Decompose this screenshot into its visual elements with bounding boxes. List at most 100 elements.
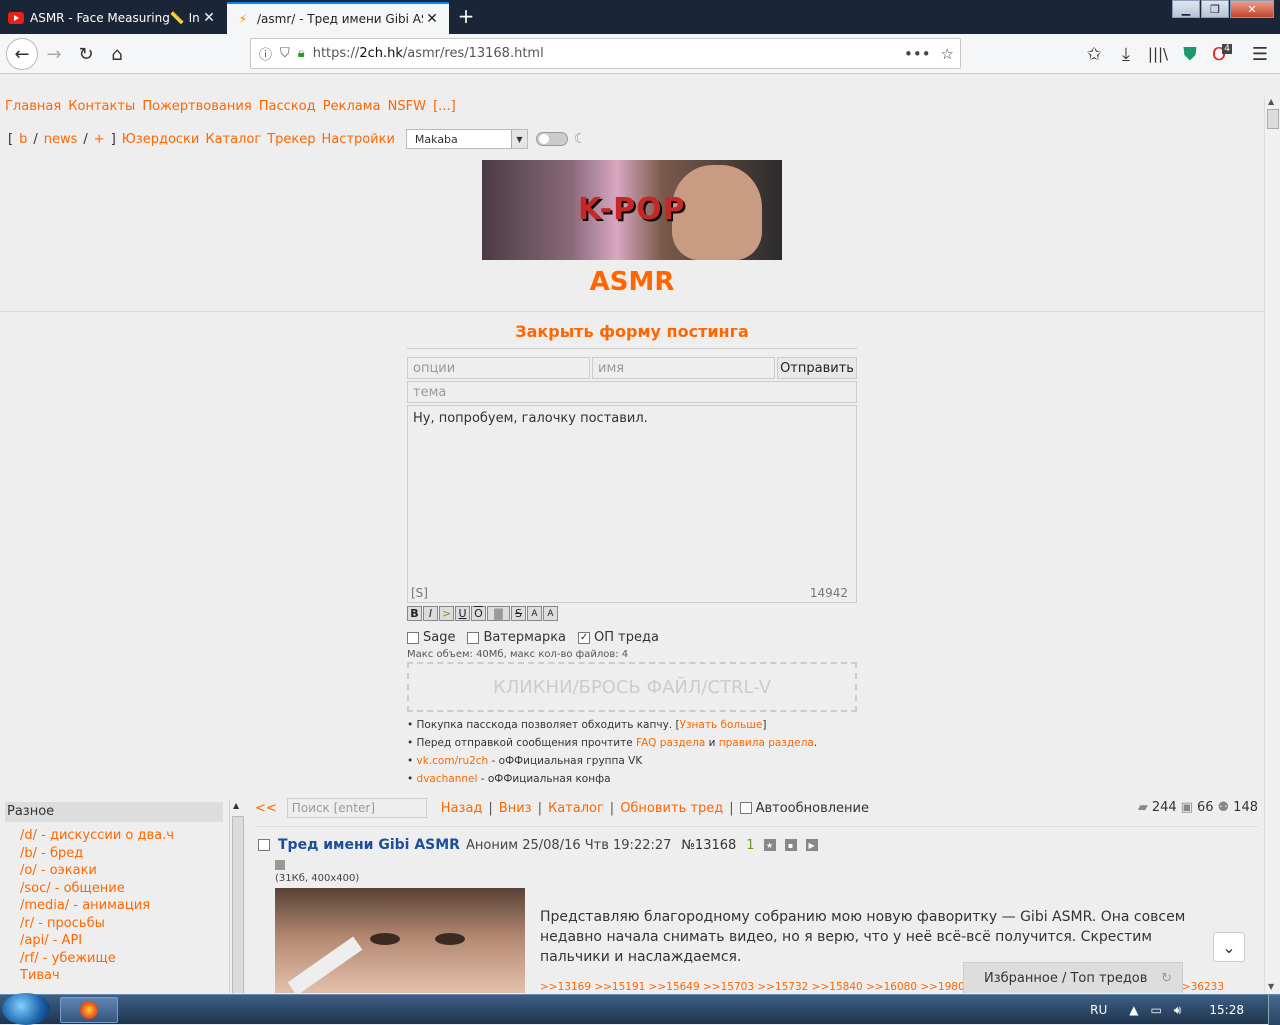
reload-icon[interactable]: ↻ [74,42,98,66]
clock[interactable]: 15:28 [1209,1003,1244,1017]
sidebar-item-media[interactable]: /media/ - анимация [20,898,150,913]
sidebar-item-api[interactable]: /api/ - API [20,933,82,948]
catalog-link[interactable]: Каталог [548,801,604,816]
network-icon[interactable]: ▭ [1151,1003,1162,1017]
page-scrollbar[interactable]: ▲ ▼ [1264,95,1280,993]
vk-link[interactable]: vk.com/ru2ch [417,755,489,767]
userboards-link[interactable]: Юзердоски [122,132,200,147]
style-select[interactable]: Makaba ▼ [405,129,528,149]
sidebar-item-soc[interactable]: /soc/ - общение [20,881,125,896]
watermark-checkbox[interactable]: Ватермарка [467,630,566,645]
start-button[interactable] [2,993,50,1025]
italic-button[interactable]: I [423,606,438,621]
home-icon[interactable]: ⌂ [105,42,129,66]
sidebar-item-r[interactable]: /r/ - просьбы [20,916,105,931]
star-icon[interactable]: ★ [763,839,776,851]
subject-input[interactable]: тема [407,381,857,403]
url-text[interactable]: https://2ch.hk/asmr/res/13168.html [313,46,544,61]
shield-icon[interactable]: ⛉ [280,46,290,61]
hamburger-menu-icon[interactable]: ☰ [1248,42,1272,66]
subscript-button[interactable]: A [543,606,558,621]
nav-link-contacts[interactable]: Контакты [68,99,135,114]
board-banner[interactable]: K-POP [482,160,782,260]
learn-more-link[interactable]: Узнать больше [680,719,763,731]
favorites-panel-toggle[interactable]: Избранное / Топ тредов ↻ [963,962,1183,993]
quote-button[interactable]: > [439,606,454,621]
settings-link[interactable]: Настройки [321,132,394,147]
sidebar-item-d[interactable]: /d/ - дискуссии о два.ч [20,828,174,843]
language-indicator[interactable]: RU [1090,1003,1107,1017]
back-arrows-link[interactable]: << [255,801,277,816]
underline-button[interactable]: U [455,606,470,621]
scroll-down-chevron-icon[interactable]: ⌄ [1213,932,1245,962]
close-icon[interactable]: ✕ [423,11,441,27]
file-dropzone[interactable]: КЛИКНИ/БРОСЬ ФАЙЛ/CTRL-V [407,662,857,712]
theme-toggle[interactable] [535,132,568,146]
bold-button[interactable]: B [407,606,422,621]
message-textarea[interactable]: Ну, попробуем, галочку поставил. [S] 149… [407,405,857,603]
forward-arrow-icon[interactable]: → [42,42,66,66]
board-link-plus[interactable]: + [94,132,105,147]
name-input[interactable]: имя [592,357,775,379]
back-link[interactable]: Назад [441,801,483,816]
overline-button[interactable]: O [471,606,486,621]
search-image-icon[interactable] [275,860,285,870]
op-checkbox[interactable]: ✓ ОП треда [578,630,659,645]
tab-youtube[interactable]: ASMR - Face Measuring📏 Indi ✕ [0,2,226,34]
faq-link[interactable]: FAQ раздела [636,737,705,749]
pocket-icon[interactable]: ✩ [1082,42,1106,66]
close-icon[interactable]: ✕ [200,10,218,26]
back-arrow-icon[interactable]: ← [6,38,38,70]
show-desktop-button[interactable] [1268,995,1280,1025]
sidebar-scrollbar[interactable]: ▲ [229,800,245,993]
nav-link-main[interactable]: Главная [5,99,61,114]
post-thumbnail[interactable] [275,888,525,993]
nav-link-donations[interactable]: Пожертвования [142,99,251,114]
nav-link-more[interactable]: [...] [433,99,456,114]
info-icon[interactable]: ⓘ [259,44,272,63]
maximize-button[interactable]: ❐ [1201,0,1229,18]
strike-button[interactable]: S [511,606,526,621]
extension-shield-icon[interactable]: ⛊ [1178,42,1202,66]
sidebar-item-b[interactable]: /b/ - бред [20,846,83,861]
opera-extension-icon[interactable]: O4 [1210,42,1234,66]
conference-link[interactable]: dvachannel [417,773,478,785]
url-bar[interactable]: ⓘ ⛉ 🔒︎ https://2ch.hk/asmr/res/13168.htm… [250,38,961,69]
refresh-icon[interactable]: ↻ [1161,971,1172,986]
volume-icon[interactable]: 🔊︎ [1174,1003,1182,1018]
nav-link-nsfw[interactable]: NSFW [388,99,426,114]
board-link-b[interactable]: b [19,132,27,147]
post-select-checkbox[interactable] [258,839,270,851]
sidebar-item-rf[interactable]: /rf/ - убежище [20,951,116,966]
post-number[interactable]: №13168 [681,838,736,853]
close-post-form-link[interactable]: Закрыть форму постинга [0,322,1264,341]
board-link-news[interactable]: news [44,132,78,147]
autoupdate-checkbox[interactable]: Автообновление [739,801,869,816]
refresh-thread-link[interactable]: Обновить тред [620,801,723,816]
spoiler-button[interactable]: ▇ [487,606,510,621]
submit-button[interactable]: Отправить [777,357,857,379]
tracker-link[interactable]: Трекер [267,132,315,147]
sage-checkbox[interactable]: Sage [407,630,455,645]
play-icon[interactable]: ▶ [805,839,818,851]
rules-link[interactable]: правила раздела [719,737,814,749]
down-link[interactable]: Вниз [499,801,532,816]
tray-arrow-icon[interactable]: ▲ [1129,1003,1138,1017]
taskbar-firefox[interactable] [60,997,118,1023]
nav-link-ads[interactable]: Реклама [323,99,381,114]
library-icon[interactable]: |||\ [1146,42,1170,66]
expand-icon[interactable]: ▪ [784,839,797,851]
superscript-button[interactable]: A [527,606,542,621]
tab-asmr-thread[interactable]: ⚡ /asmr/ - Тред имени Gibi ASMR ✕ [227,2,449,34]
new-tab-plus-icon[interactable]: + [456,4,476,28]
sidebar-item-tivach[interactable]: Тивач [20,968,60,983]
minimize-button[interactable]: ▁ [1172,0,1200,18]
window-close-button[interactable]: ✕ [1230,0,1274,18]
nav-link-passcode[interactable]: Пасскод [259,99,316,114]
thread-search-input[interactable]: Поиск [enter] [286,798,427,818]
sidebar-item-o[interactable]: /o/ - оэкаки [20,863,97,878]
page-actions-dots-icon[interactable]: ••• [904,45,931,63]
catalog-link[interactable]: Каталог [205,132,261,147]
download-icon[interactable]: ⤓ [1114,42,1138,66]
bookmark-star-icon[interactable]: ☆ [941,45,954,63]
